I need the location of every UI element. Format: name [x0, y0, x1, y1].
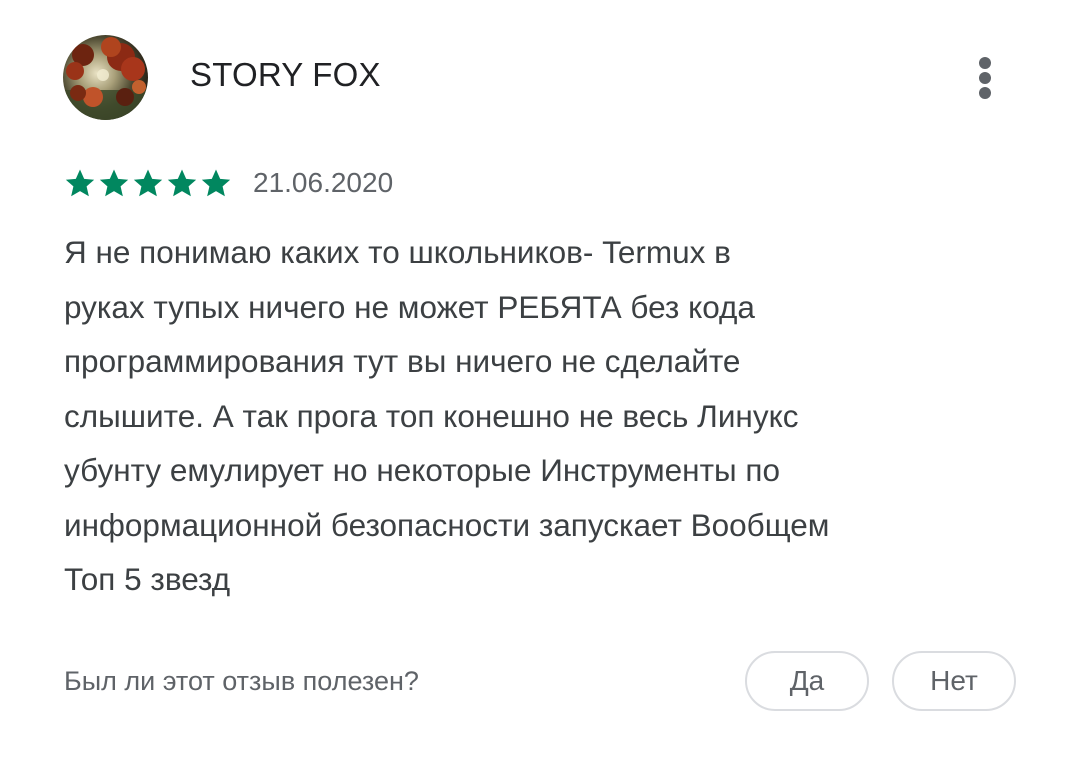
review-text-line: информационной безопасности запускает Во…	[64, 506, 830, 543]
helpful-yes-button[interactable]: Да	[745, 651, 869, 711]
author-name: STORY FOX	[190, 56, 381, 93]
helpful-no-button[interactable]: Нет	[892, 651, 1016, 711]
review-text-line: программирования тут вы ничего не сделай…	[64, 343, 741, 379]
review-date: 21.06.2020	[253, 167, 394, 198]
star-rating	[63, 166, 233, 200]
review-text-line: слышите. А так прога топ конешно не весь…	[64, 397, 799, 434]
more-vertical-icon-dot	[979, 87, 991, 99]
star-icon	[99, 169, 129, 197]
helpful-question: Был ли этот отзыв полезен?	[64, 666, 419, 696]
more-options-button[interactable]	[966, 50, 1006, 106]
review-text-line: убунту емулирует но некоторые Инструмент…	[64, 452, 780, 488]
star-icon	[167, 169, 197, 197]
review-card: STORY FOX 21.06.2020 Я не понимаю каких …	[0, 0, 1080, 761]
review-text-line: руках тупых ничего не может РЕБЯТА без к…	[64, 288, 755, 325]
avatar-photo-icon	[63, 35, 148, 120]
more-vertical-icon	[979, 57, 991, 69]
review-text-line: Я не понимаю каких то школьников- Termux…	[64, 234, 731, 270]
avatar[interactable]	[63, 35, 148, 120]
review-text: Я не понимаю каких то школьников- Termux…	[64, 225, 1024, 607]
review-text-line: Топ 5 звезд	[64, 561, 231, 597]
rating-row: 21.06.2020	[63, 166, 393, 200]
star-icon	[133, 169, 163, 197]
star-icon	[65, 169, 95, 197]
more-vertical-icon-dot	[979, 72, 991, 84]
star-icon	[201, 169, 231, 197]
